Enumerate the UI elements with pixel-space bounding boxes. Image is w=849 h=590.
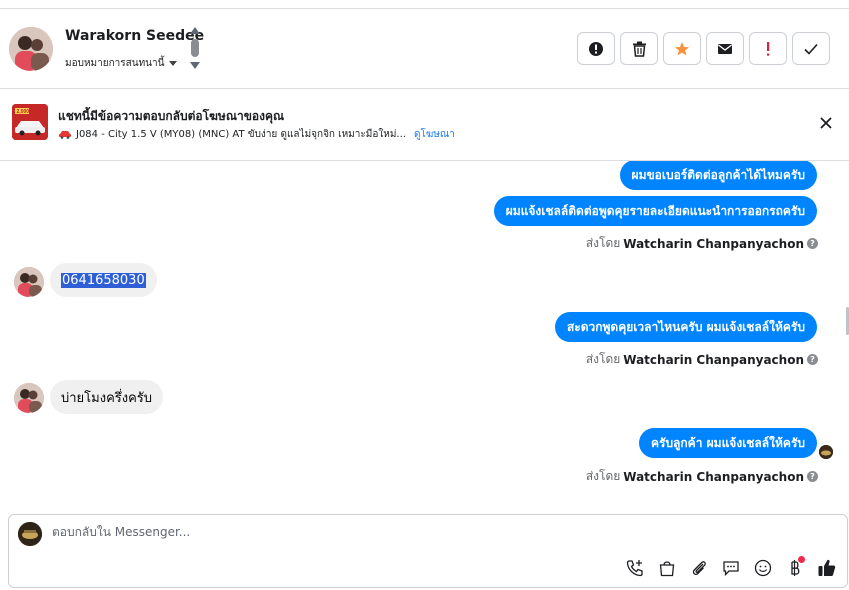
view-ad-link[interactable]: ดูโฆษณา [414, 127, 455, 142]
incoming-message[interactable]: 0641658030 [50, 263, 157, 297]
selected-phone-number[interactable]: 0641658030 [61, 272, 146, 288]
saved-replies-button[interactable] [719, 556, 743, 580]
mark-done-button[interactable] [792, 32, 830, 65]
sender-attribution: ส่งโดย Watcharin Chanpanyachon ? [586, 350, 818, 369]
reply-input[interactable] [52, 525, 552, 539]
notification-dot [798, 556, 805, 563]
contact-avatar[interactable] [9, 27, 53, 71]
conversation-actions [577, 32, 830, 65]
seen-receipt-avatar [819, 445, 833, 459]
contact-name[interactable]: Warakorn Seedee [65, 28, 204, 44]
sent-by-label: ส่งโดย [585, 236, 621, 250]
ad-thumb-price: 2,000 [17, 109, 30, 115]
emoji-icon [754, 559, 772, 577]
conversation-header: Warakorn Seedee มอบหมายการสนทนานี้ [0, 9, 849, 89]
sender-name[interactable]: Watcharin Chanpanyachon [623, 353, 804, 367]
caret-down-icon [169, 61, 178, 66]
sender-name[interactable]: Watcharin Chanpanyachon [623, 237, 804, 251]
arrow-up-icon[interactable] [190, 27, 200, 34]
reply-composer [8, 514, 848, 588]
shopping-bag-icon [659, 561, 675, 577]
contact-avatar-small[interactable] [14, 267, 44, 297]
paperclip-icon [692, 561, 706, 575]
sender-attribution: ส่งโดย Watcharin Chanpanyachon ? [586, 234, 818, 253]
saved-reply-icon [723, 561, 739, 577]
composer-toolbar [623, 556, 839, 580]
payment-button[interactable] [783, 556, 807, 580]
sent-by-label: ส่งโดย [585, 469, 621, 483]
outgoing-message[interactable]: ครับลูกค้า ผมแจ้งเชลล์ให้ครับ [638, 428, 817, 458]
mark-unread-button[interactable] [706, 32, 744, 65]
sender-name[interactable]: Watcharin Chanpanyachon [623, 470, 804, 484]
scroll-thumb[interactable] [191, 39, 199, 57]
sent-by-label: ส่งโดย [585, 352, 621, 366]
emoji-button[interactable] [751, 556, 775, 580]
sender-attribution: ส่งโดย Watcharin Chanpanyachon ? [586, 467, 818, 486]
ad-thumbnail[interactable]: 2,000 [12, 104, 48, 140]
incoming-message[interactable]: บ่ายโมงครึ่งครับ [50, 380, 164, 414]
mark-priority-button[interactable] [749, 32, 787, 65]
envelope-icon [718, 43, 732, 54]
help-icon[interactable]: ? [807, 354, 818, 365]
follow-up-button[interactable] [663, 32, 701, 65]
report-spam-button[interactable] [577, 32, 615, 65]
assign-label: มอบหมายการสนทนานี้ [65, 58, 165, 69]
help-icon[interactable]: ? [807, 238, 818, 249]
send-like-button[interactable] [815, 556, 839, 580]
ad-description-row: J084 - City 1.5 V (MY08) (MNC) AT ขับง่า… [58, 127, 455, 142]
delete-button[interactable] [620, 32, 658, 65]
phone-plus-icon [626, 560, 643, 577]
close-icon [820, 117, 832, 129]
shop-button[interactable] [655, 556, 679, 580]
exclamation-icon [767, 41, 770, 56]
ad-title: แชทนี้มีข้อความตอบกลับต่อโฆษณาของคุณ [58, 109, 285, 123]
checkmark-icon [804, 43, 818, 55]
header-scroller[interactable] [188, 25, 202, 73]
attach-file-button[interactable] [687, 556, 711, 580]
ad-context-banner: 2,000 แชทนี้มีข้อความตอบกลับต่อโฆษณาของค… [0, 90, 849, 161]
trash-icon [632, 41, 646, 57]
message-thread[interactable]: ผมขอเบอร์ติดต่อลูกค้าได้ไหมครับ ผมแจ้งเช… [0, 161, 849, 511]
star-icon [675, 41, 689, 55]
contact-avatar-small[interactable] [14, 383, 44, 413]
spam-icon [589, 41, 603, 56]
thumbs-up-icon [818, 559, 836, 576]
help-icon[interactable]: ? [807, 471, 818, 482]
ad-description: J084 - City 1.5 V (MY08) (MNC) AT ขับง่า… [76, 129, 406, 140]
outgoing-message[interactable]: สะดวกพูดคุยเวลาไหนครับ ผมแจ้งเชลล์ให้ครั… [554, 312, 817, 342]
assign-conversation-dropdown[interactable]: มอบหมายการสนทนานี้ [65, 56, 178, 71]
outgoing-message[interactable]: ผมแจ้งเชลล์ติดต่อพูดคุยรายละเอียดแนะนำกา… [493, 196, 817, 226]
arrow-down-icon[interactable] [190, 62, 200, 69]
page-avatar [18, 522, 42, 546]
call-request-button[interactable] [623, 556, 647, 580]
car-icon [59, 131, 71, 139]
outgoing-message[interactable]: ผมขอเบอร์ติดต่อลูกค้าได้ไหมครับ [619, 161, 817, 190]
close-ad-banner-button[interactable] [817, 114, 835, 132]
